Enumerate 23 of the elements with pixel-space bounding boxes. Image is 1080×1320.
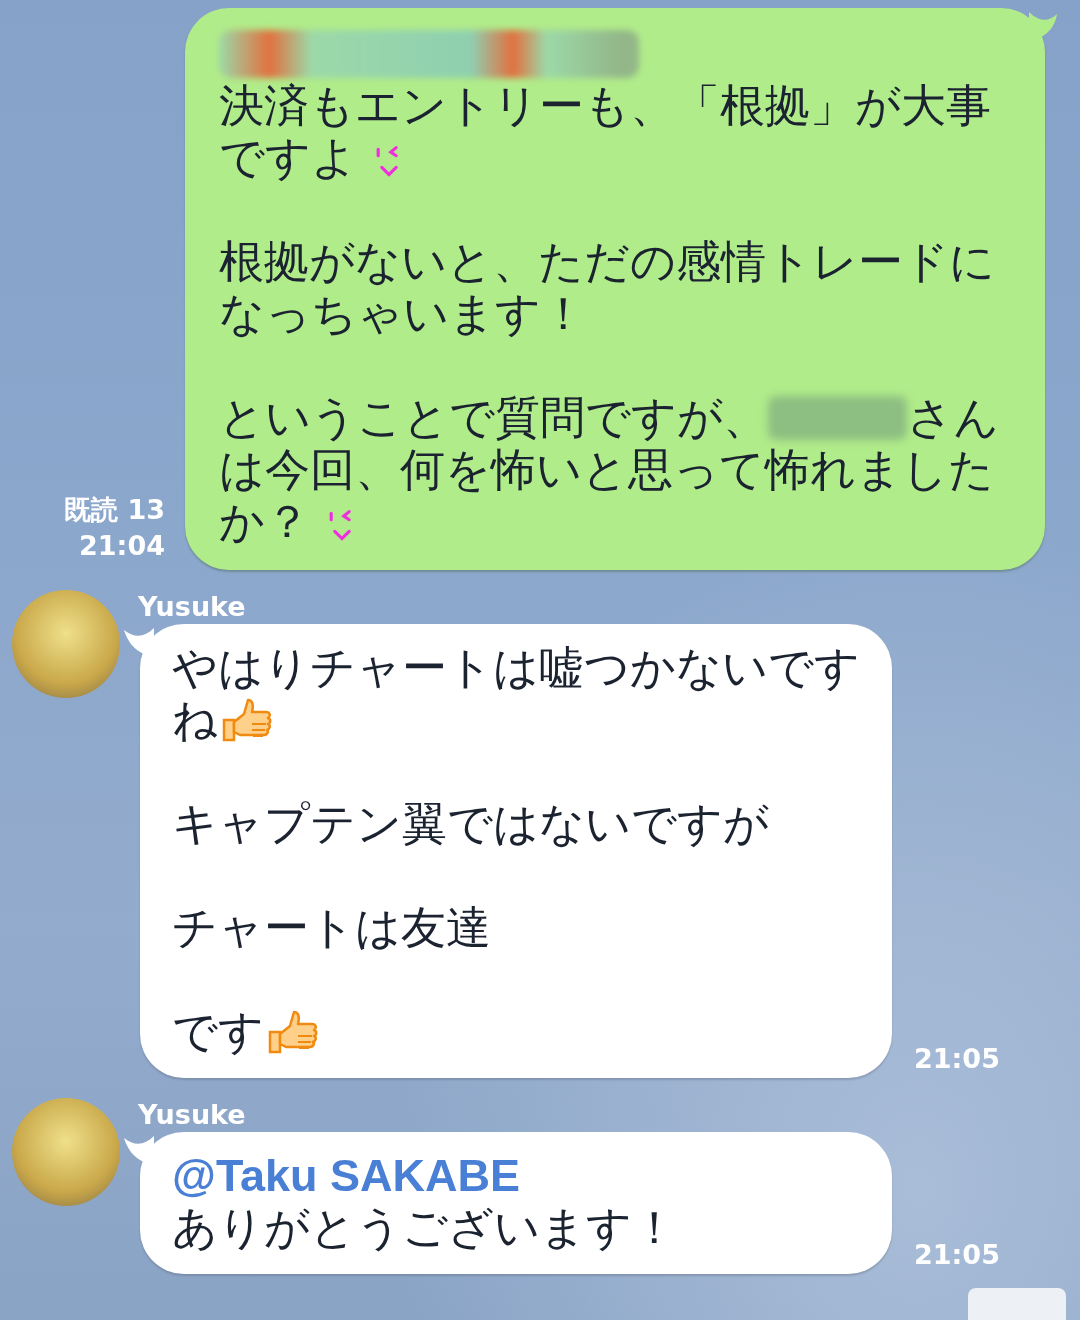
mention-link[interactable]: @Taku SAKABE [172, 1150, 521, 1202]
read-receipt: 既読 13 [64, 493, 165, 527]
message-time: 21:04 [79, 529, 165, 563]
sender-name: Yusuke [138, 1098, 247, 1132]
message-text: は今回、何を怖いと思って怖れました [219, 444, 994, 496]
message-text: 根拠がないと、ただの感情トレードに [219, 236, 995, 288]
message-text: ということで質問ですが、 [219, 392, 768, 444]
message-text: ね [172, 694, 218, 746]
message-text: か？ [219, 496, 310, 548]
sender-name: Yusuke [138, 590, 247, 624]
message-time: 21:05 [914, 1239, 1000, 1272]
thumbs-up-icon [222, 697, 274, 743]
message-text: 決済もエントリーも、「根拠」が大事 [219, 80, 991, 132]
message-text: キャプテン翼ではないですが [172, 798, 769, 850]
message-text: さん [907, 392, 999, 444]
message-text: なっちゃいます！ [219, 288, 586, 340]
message-text: です [172, 1006, 264, 1058]
thumbs-up-icon [268, 1009, 320, 1055]
message-text: ありがとうございます！ [172, 1202, 677, 1254]
message-time: 21:05 [914, 1043, 1000, 1076]
message-text: ですよ [219, 132, 357, 184]
message-text: やはりチャートは嘘つかないです [172, 642, 860, 694]
message-text: チャートは友達 [172, 902, 491, 954]
